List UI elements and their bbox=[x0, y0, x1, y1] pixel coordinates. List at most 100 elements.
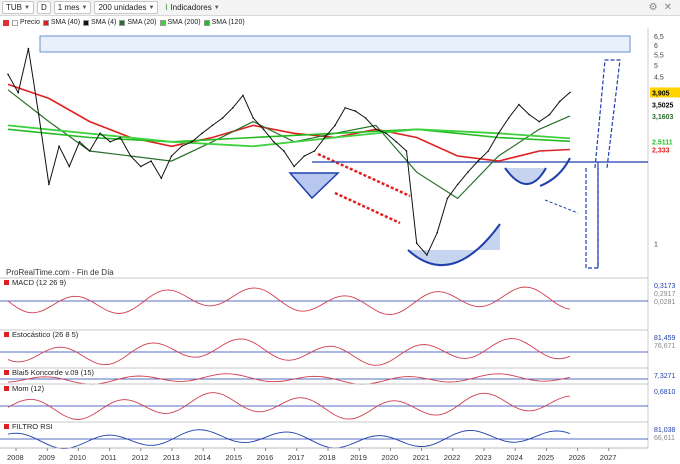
indicators-button[interactable]: ⌇ Indicadores ▼ bbox=[161, 1, 222, 14]
price-tag-label: 2,333 bbox=[652, 147, 670, 154]
time-tick-label: 2009 bbox=[38, 453, 55, 462]
price-point bbox=[191, 141, 193, 143]
price-point bbox=[99, 132, 101, 135]
price-point bbox=[548, 113, 551, 116]
price-tag-label: 3,905 bbox=[652, 90, 670, 97]
price-point bbox=[48, 183, 50, 186]
time-tick-label: 2022 bbox=[444, 453, 461, 462]
ticker-select[interactable]: TUB ▼ bbox=[2, 1, 34, 14]
toolbar: TUB ▼ D 1 mes ▼ 200 unidades ▼ ⌇ Indicadores… bbox=[0, 0, 680, 16]
legend-item-sma20[interactable]: SMA (20) bbox=[119, 19, 157, 26]
legend-label: Precio bbox=[20, 19, 40, 26]
price-point bbox=[436, 231, 439, 234]
panel-value: 0,0281 bbox=[654, 299, 676, 306]
price-point bbox=[129, 155, 132, 157]
panel-value: 0,6810 bbox=[654, 389, 676, 396]
panel-close-icon bbox=[4, 280, 9, 285]
time-tick-label: 2016 bbox=[257, 453, 274, 462]
indicators-label: Indicadores bbox=[170, 3, 212, 12]
price-tick-label: 5 bbox=[654, 63, 658, 70]
price-point bbox=[303, 155, 306, 157]
settings-icon[interactable]: ⚙ bbox=[649, 2, 658, 13]
time-tick-label: 2027 bbox=[600, 453, 617, 462]
legend-item-price[interactable]: Precio bbox=[12, 19, 40, 26]
price-point bbox=[58, 145, 60, 148]
price-point bbox=[569, 91, 571, 94]
price-point bbox=[109, 141, 111, 143]
legend-item-sma200[interactable]: SMA (200) bbox=[159, 19, 201, 26]
price-point bbox=[528, 113, 530, 116]
legend-swatch bbox=[159, 19, 166, 26]
price-point bbox=[487, 150, 490, 152]
price-point bbox=[201, 132, 203, 135]
panel-close-icon bbox=[4, 424, 9, 429]
panel-title: FILTRO RSI bbox=[12, 422, 53, 431]
legend-label: SMA (120) bbox=[211, 19, 245, 26]
price-point bbox=[559, 100, 561, 103]
price-point bbox=[221, 117, 224, 119]
price-chart[interactable]: ProRealTime.com - Fin de Día 6,5 6 5,5 5 4,5… bbox=[0, 28, 680, 464]
time-tick-label: 2019 bbox=[350, 453, 367, 462]
price-point bbox=[150, 160, 152, 162]
price-tag-label: 3,5025 bbox=[652, 102, 674, 109]
time-tick-label: 2026 bbox=[569, 453, 586, 462]
price-point bbox=[17, 91, 20, 94]
time-tick-label: 2025 bbox=[537, 453, 554, 462]
panel-value: 81,038 bbox=[654, 427, 676, 434]
panel-value: 76,671 bbox=[654, 343, 676, 350]
time-tick-label: 2008 bbox=[7, 453, 24, 462]
price-point bbox=[170, 155, 173, 157]
time-axis: 2008 2009 2010 2011 2012 2013 2014 2015 2016 2017… bbox=[7, 448, 616, 462]
price-point bbox=[497, 132, 500, 135]
chevron-down-icon: ▼ bbox=[148, 4, 155, 11]
price-point bbox=[242, 94, 244, 97]
price-point bbox=[426, 254, 428, 256]
price-point bbox=[334, 124, 336, 127]
price-point bbox=[283, 150, 285, 152]
source-label: ProRealTime.com - Fin de Día bbox=[6, 268, 114, 277]
price-point bbox=[477, 160, 479, 162]
close-legend-icon[interactable] bbox=[3, 19, 9, 26]
timeframe-select[interactable]: 1 mes ▼ bbox=[53, 1, 92, 14]
price-tick-label: 4,5 bbox=[654, 75, 664, 82]
legend-item-sma40[interactable]: SMA (40) bbox=[42, 19, 80, 26]
price-tick-label: 1 bbox=[654, 241, 658, 248]
price-point bbox=[119, 136, 122, 139]
panel-title: MACD (12 26 9) bbox=[12, 278, 67, 287]
chevron-down-icon: ▼ bbox=[213, 4, 220, 11]
time-tick-label: 2020 bbox=[381, 453, 398, 462]
time-tick-label: 2015 bbox=[225, 453, 242, 462]
window-controls: ⚙ ✕ bbox=[649, 2, 680, 13]
legend-label: SMA (20) bbox=[127, 19, 157, 26]
price-point bbox=[467, 171, 469, 173]
price-point bbox=[232, 107, 234, 109]
panel-close-icon bbox=[4, 370, 9, 375]
price-point bbox=[293, 165, 295, 168]
legend: Precio SMA (40) SMA (4) SMA (20) SMA (20… bbox=[0, 17, 245, 28]
price-point bbox=[324, 136, 326, 139]
period-button[interactable]: D bbox=[36, 1, 51, 14]
time-tick-label: 2013 bbox=[163, 453, 180, 462]
panel-value: 7,3271 bbox=[654, 373, 676, 380]
panel-title: Estocástico (26 8 5) bbox=[12, 330, 79, 339]
price-point bbox=[7, 73, 9, 76]
time-tick-label: 2010 bbox=[69, 453, 86, 462]
price-point bbox=[313, 150, 316, 152]
price-point bbox=[252, 117, 254, 119]
panel-value: 0,2917 bbox=[654, 291, 676, 298]
units-select[interactable]: 200 unidades ▼ bbox=[94, 1, 159, 14]
panel-value: 0,3173 bbox=[654, 283, 676, 290]
panel-value: 81,459 bbox=[654, 335, 676, 342]
legend-item-sma120[interactable]: SMA (120) bbox=[203, 19, 245, 26]
time-tick-label: 2012 bbox=[132, 453, 149, 462]
price-point bbox=[385, 132, 387, 135]
price-point bbox=[518, 103, 520, 106]
legend-item-sma4[interactable]: SMA (4) bbox=[83, 19, 116, 26]
close-icon[interactable]: ✕ bbox=[664, 2, 672, 13]
price-tick-label: 6 bbox=[654, 43, 658, 50]
price-point bbox=[78, 141, 81, 143]
info-box bbox=[39, 35, 631, 53]
time-tick-label: 2024 bbox=[506, 453, 523, 462]
indicator-panels: MACD (12 26 9) 0,31730,29170,0281 Estocást… bbox=[0, 277, 676, 449]
time-tick-label: 2011 bbox=[101, 453, 117, 462]
